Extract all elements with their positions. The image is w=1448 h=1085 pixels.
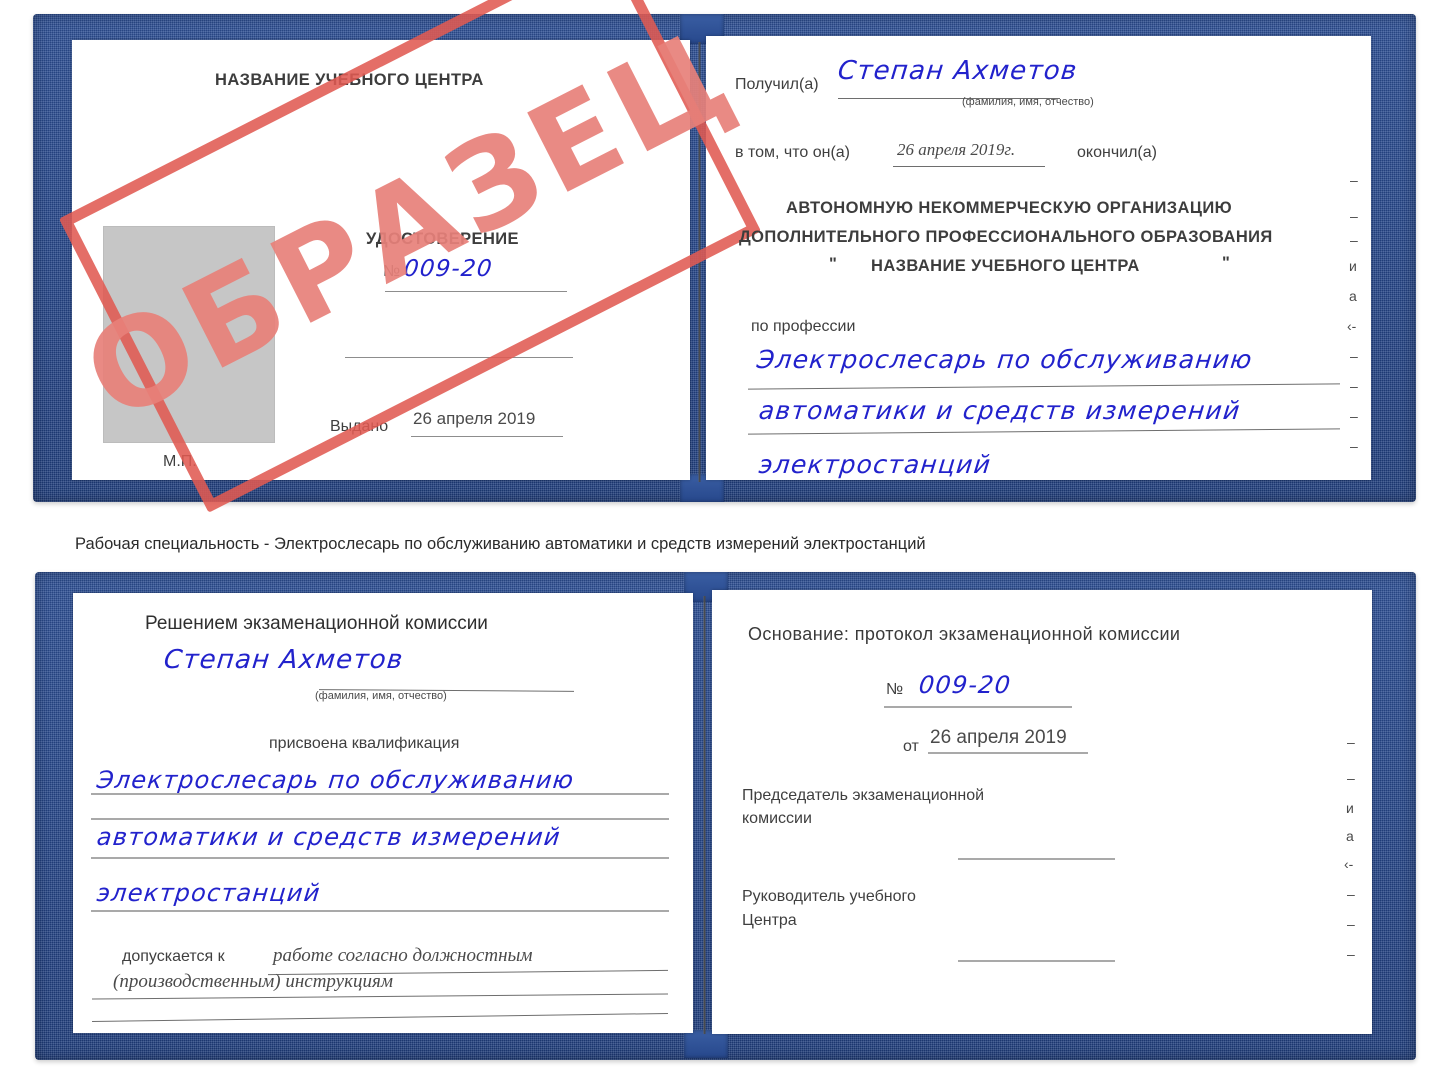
bottom-left-allowed-label: допускается к	[122, 948, 225, 965]
bottom-right-chairman-line2: комиссии	[742, 810, 812, 827]
bottom-edge-fragment-3: а	[1346, 828, 1354, 844]
top-edge-fragment-1: –	[1350, 208, 1358, 224]
bottom-edge-fragment-6: –	[1347, 916, 1355, 932]
top-right-profession-label: по профессии	[751, 318, 856, 335]
top-left-number-rule	[385, 291, 567, 292]
top-right-profession-line3: электростанций	[757, 450, 993, 479]
bottom-right-chairman-line1: Председатель экзаменационной	[742, 787, 985, 804]
top-left-issued-label: Выдано	[330, 418, 389, 435]
top-left-issued-rule	[411, 436, 563, 437]
bottom-right-head-sign-rule	[958, 960, 1115, 962]
top-left-seal-label: М.П.	[163, 453, 197, 470]
top-right-that-he-rule	[893, 166, 1045, 167]
top-right-that-he-value: 26 апреля 2019г.	[897, 140, 1016, 159]
top-right-received-value: Степан Ахметов	[836, 56, 1080, 86]
top-edge-fragment-3: и	[1349, 258, 1357, 274]
top-right-org-quote-close: "	[1222, 254, 1231, 272]
top-right-org-line2: ДОПОЛНИТЕЛЬНОГО ПРОФЕССИОНАЛЬНОГО ОБРАЗО…	[739, 228, 1273, 246]
bottom-edge-fragment-5: –	[1347, 886, 1355, 902]
bottom-left-qual-rule4	[91, 910, 669, 912]
bottom-edge-fragment-7: –	[1347, 946, 1355, 962]
bottom-left-qualification-line3: электростанций	[95, 879, 323, 907]
bottom-left-name-value: Степан Ахметов	[162, 645, 406, 675]
top-edge-fragment-0: –	[1350, 172, 1358, 188]
top-right-that-he-label: в том, что он(а)	[735, 144, 850, 161]
top-right-profession-line1: Электрослесарь по обслуживанию	[755, 345, 1255, 374]
bottom-edge-fragment-4: ‹-	[1344, 856, 1354, 872]
bottom-left-qual-rule2	[91, 818, 669, 820]
top-right-received-label: Получил(а)	[735, 76, 819, 93]
bottom-right-head-line2: Центра	[742, 912, 797, 929]
top-left-center-name: НАЗВАНИЕ УЧЕБНОГО ЦЕНТРА	[215, 71, 484, 89]
bottom-right-date-label: от	[903, 738, 919, 755]
top-book-spine	[698, 42, 701, 482]
top-edge-fragment-8: –	[1350, 408, 1358, 424]
bottom-left-allowed-value-line2: (производственным) инструкциям	[113, 971, 393, 992]
bottom-left-decision-title: Решением экзаменационной комиссии	[145, 613, 488, 634]
top-edge-fragment-6: –	[1350, 348, 1358, 364]
photo-placeholder	[103, 226, 275, 443]
bottom-left-qualification-line1: Электрослесарь по обслуживанию	[95, 766, 576, 794]
top-right-org-quote-open: "	[829, 255, 838, 273]
top-right-finished-label: окончил(а)	[1077, 144, 1157, 161]
top-left-number-value: 009-20	[402, 256, 495, 282]
bottom-edge-fragment-2: и	[1346, 800, 1354, 816]
bottom-edge-fragment-1: –	[1347, 770, 1355, 786]
bottom-right-number-value: 009-20	[917, 671, 1013, 699]
bottom-left-qual-rule3	[91, 857, 669, 859]
top-edge-fragment-5: ‹-	[1347, 318, 1357, 334]
bottom-left-allowed-value-line1: работе согласно должностным	[273, 945, 533, 966]
top-right-profession-line2: автоматики и средств измерений	[757, 396, 1243, 425]
top-left-doc-title: УДОСТОВЕРЕНИЕ	[366, 230, 519, 248]
top-left-blank-rule	[345, 357, 573, 358]
bottom-right-number-label: №	[886, 681, 904, 698]
bottom-left-qual-rule1	[91, 793, 669, 795]
bottom-right-date-rule	[928, 752, 1088, 754]
bottom-left-qualification-label: присвоена квалификация	[269, 735, 460, 752]
top-right-org-line1: АВТОНОМНУЮ НЕКОММЕРЧЕСКУЮ ОРГАНИЗАЦИЮ	[786, 199, 1232, 217]
bottom-right-basis-label: Основание: протокол экзаменационной коми…	[748, 624, 1181, 644]
top-edge-fragment-2: –	[1350, 232, 1358, 248]
bottom-left-qualification-line2: автоматики и средств измерений	[95, 823, 563, 851]
bottom-left-fio-hint: (фамилия, имя, отчество)	[315, 690, 447, 702]
bottom-right-chairman-sign-rule	[958, 858, 1115, 860]
top-left-number-label: №	[383, 263, 401, 280]
top-right-fio-hint: (фамилия, имя, отчество)	[962, 96, 1094, 108]
spine-tab-bottom-2	[684, 1030, 728, 1058]
top-edge-fragment-7: –	[1350, 378, 1358, 394]
bottom-book-spine	[703, 596, 706, 1034]
bottom-right-date-value: 26 апреля 2019	[930, 727, 1067, 748]
top-left-issued-value: 26 апреля 2019	[413, 409, 536, 428]
top-right-org-line3: НАЗВАНИЕ УЧЕБНОГО ЦЕНТРА	[871, 257, 1140, 275]
bottom-right-head-line1: Руководитель учебного	[742, 888, 916, 905]
top-edge-fragment-4: а	[1349, 288, 1357, 304]
bottom-edge-fragment-0: –	[1347, 734, 1355, 750]
page-caption: Рабочая специальность - Электрослесарь п…	[75, 535, 926, 553]
top-edge-fragment-9: –	[1350, 438, 1358, 454]
bottom-right-number-rule	[884, 706, 1072, 708]
